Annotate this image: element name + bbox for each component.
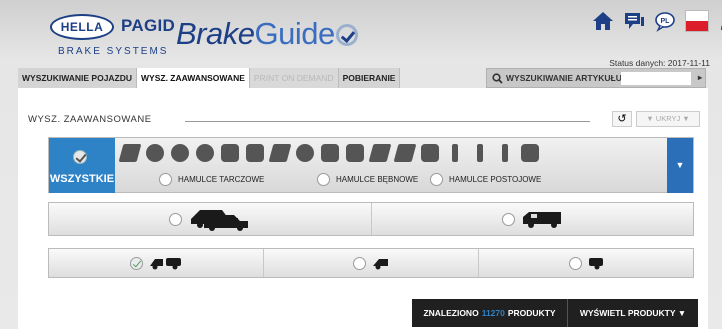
tab-advanced-search[interactable]: WYSZ. ZAAWANSOWANE [137,68,250,88]
pagid-logo: PAGID [121,16,176,35]
vehicle-type-row [48,202,694,236]
axle-row [48,248,694,278]
chevron-down-icon: ▼ [675,160,685,170]
vehicle-passenger-car[interactable] [49,203,372,235]
brake-disc-icon[interactable] [146,144,164,162]
fluid-bottle-icon[interactable] [502,144,508,162]
radio[interactable] [169,212,183,226]
article-search-label: WYSZUKIWANIE ARTYKUŁU [506,73,622,83]
radio[interactable] [501,212,515,226]
tab-print-on-demand[interactable]: PRINT ON DEMAND [249,68,339,88]
brake-guide-check-icon [336,24,358,46]
user-icon[interactable] [718,10,722,32]
radio-selected[interactable] [129,256,143,270]
car-both-axles-icon [149,258,181,270]
sub-label: HAMULCE TARCZOWE [178,175,265,184]
brake-word: Brake [176,16,255,51]
category-all-button[interactable]: WSZYSTKIE [49,138,115,193]
radio[interactable] [317,173,330,186]
sensor-icon[interactable] [452,144,458,162]
article-search-input[interactable] [621,72,691,85]
main-tabs: WYSZUKIWANIE POJAZDU WYSZ. ZAAWANSOWANE … [18,68,401,88]
home-icon[interactable] [592,10,614,32]
hella-logo[interactable]: HELLA [50,14,114,40]
result-prefix: ZNALEZIONO [423,308,479,318]
wheel-cylinder-icon[interactable] [246,144,264,162]
hide-button[interactable]: ▼ UKRYJ ▼ [636,111,700,127]
brake-guide-title[interactable]: BrakeGuide [176,16,335,52]
vehicle-commercial[interactable] [372,203,694,235]
language-code: PL [661,18,671,25]
master-cylinder-icon[interactable] [321,144,339,162]
search-arrow-icon[interactable]: ▸ [698,73,702,82]
search-icon [492,72,503,84]
category-icon-list [118,144,539,162]
result-count: ZNALEZIONO 11270 PRODUKTY [412,299,567,327]
sub-label: HAMULCE BĘBNOWE [336,175,419,184]
reset-button[interactable]: ↺ [612,111,632,127]
sub-parking-brakes[interactable]: HAMULCE POSTOJOWE [430,173,541,186]
undo-icon: ↺ [617,113,627,125]
brake-shoe-icon[interactable] [268,144,292,162]
passenger-cars-icon [191,210,249,231]
axle-rear[interactable] [479,249,693,277]
result-number: 11270 [481,308,505,318]
show-products-button[interactable]: WYŚWIETL PRODUKTY ▼ [567,299,698,327]
article-search-box[interactable]: WYSZUKIWANIE ARTYKUŁU ▸ [486,68,706,88]
accessory-kit-icon[interactable] [421,144,439,162]
check-icon [73,150,87,164]
poland-flag-icon[interactable] [685,10,709,32]
van-icon [522,212,561,228]
radio[interactable] [352,256,366,270]
brake-pad-icon[interactable] [118,144,142,162]
guide-word: Guide [254,16,335,51]
chat-icon[interactable] [623,10,645,32]
bracket-icon[interactable] [521,144,539,162]
result-suffix: PRODUKTY [507,308,556,318]
hella-logo-text: HELLA [60,20,104,34]
caliper-icon[interactable] [221,144,239,162]
tab-vehicle-search[interactable]: WYSZUKIWANIE POJAZDU [18,68,138,88]
sub-drum-brakes[interactable]: HAMULCE BĘBNOWE [317,173,418,186]
status-date: Status danych: 2017-11-11 [609,58,710,68]
axle-front[interactable] [264,249,479,277]
sub-disc-brakes[interactable]: HAMULCE TARCZOWE [159,173,264,186]
tool-icon[interactable] [477,144,483,162]
drum-icon[interactable] [196,144,214,162]
tab-downloads[interactable]: POBIERANIE [338,68,401,88]
category-all-label: WSZYSTKIE [49,173,115,185]
car-front-axle-icon [372,259,388,270]
radio[interactable] [430,173,443,186]
shoe-kit-icon[interactable] [346,144,364,162]
radio[interactable] [159,173,172,186]
hose-icon[interactable] [368,144,392,162]
brake-guide-page: HELLA PAGID BRAKE SYSTEMS BrakeGuide PL … [0,0,722,329]
sub-label: HAMULCE POSTOJOWE [449,175,542,184]
language-icon[interactable]: PL [654,10,676,32]
disc-icon[interactable] [296,144,314,162]
section-title: WYSZ. ZAAWANSOWANE [28,114,152,125]
category-expand-button[interactable]: ▼ [667,138,693,193]
axle-all[interactable] [49,249,264,277]
brake-systems-label: BRAKE SYSTEMS [58,46,169,57]
cable-icon[interactable] [393,144,417,162]
disc-pad-kit-icon[interactable] [171,144,189,162]
category-bar: WSZYSTKIE ▼ HAMULCE TARCZOWE HAMULCE BĘB… [48,137,694,193]
header-icons: PL [592,10,722,32]
car-rear-axle-icon [588,258,603,270]
radio[interactable] [568,256,582,270]
section-divider [185,121,590,122]
